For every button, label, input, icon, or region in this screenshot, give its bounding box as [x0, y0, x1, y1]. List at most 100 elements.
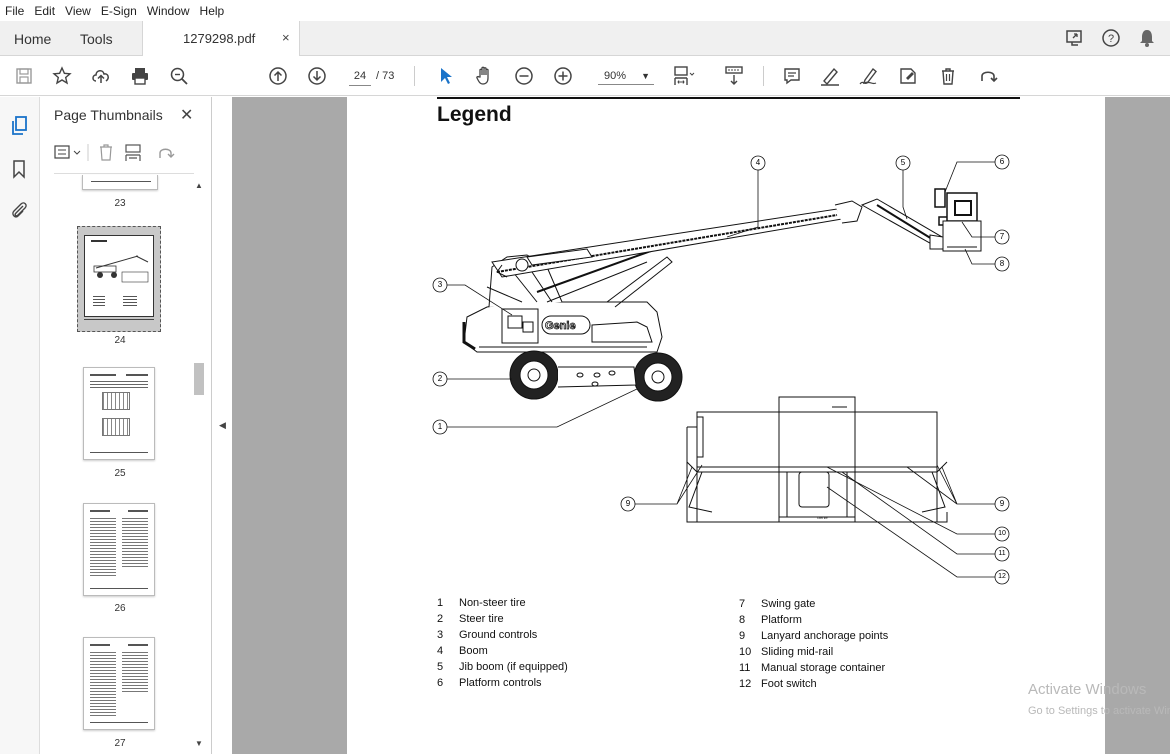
callout-label: 1 — [437, 422, 443, 431]
delete-trash-icon[interactable] — [936, 64, 960, 88]
thumbnail-page-25[interactable] — [83, 367, 155, 460]
cloud-upload-icon[interactable] — [89, 64, 113, 88]
menu-help[interactable]: Help — [200, 4, 225, 18]
highlight-pen-icon[interactable] — [818, 64, 842, 88]
legend-text: Ground controls — [459, 629, 538, 641]
document-viewport[interactable]: Legend Genie Genie 1 2 3 4 5 6 7 8 9 9 1… — [232, 97, 1170, 754]
menu-edit[interactable]: Edit — [34, 4, 55, 18]
thumbnail-label: 24 — [114, 335, 126, 346]
notifications-bell-icon[interactable] — [1136, 27, 1158, 49]
steer-tire — [509, 350, 559, 400]
page-total: / 73 — [376, 70, 395, 82]
rotate-icon[interactable] — [976, 64, 1000, 88]
legend-number: 12 — [739, 678, 752, 690]
select-cursor-icon[interactable] — [434, 64, 458, 88]
callout-label: 3 — [437, 280, 443, 289]
thumbnail-options-icon — [54, 145, 81, 159]
fill-sign-icon[interactable] — [896, 64, 920, 88]
zoom-out-icon[interactable] — [512, 64, 536, 88]
collapse-panel-icon[interactable]: ◀ — [219, 420, 226, 431]
zoom-level-value: 90% — [604, 70, 627, 82]
callout-label: 9 — [999, 499, 1005, 508]
print-icon[interactable] — [128, 64, 152, 88]
legend-text: Boom — [459, 645, 488, 657]
legend-text: Manual storage container — [761, 662, 886, 674]
bookmark-star-icon[interactable] — [50, 64, 74, 88]
thumbnail-label: 25 — [114, 468, 126, 479]
menu-bar: File Edit View E-Sign Window Help — [0, 0, 1170, 21]
legend-text: Lanyard anchorage points — [761, 630, 889, 642]
tab-tools[interactable]: Tools — [80, 31, 113, 47]
callout-label: 7 — [999, 232, 1005, 241]
scroll-down-icon[interactable]: ▼ — [195, 739, 203, 748]
previous-page-icon[interactable] — [266, 64, 290, 88]
thumbnail-page-24-selected[interactable] — [77, 226, 161, 332]
tab-close-button[interactable]: × — [282, 30, 290, 45]
non-steer-tire — [633, 352, 683, 402]
zoom-in-icon[interactable] — [551, 64, 575, 88]
legend-number: 6 — [437, 677, 444, 689]
hand-tool-icon[interactable] — [473, 64, 497, 88]
callout-label: 8 — [999, 259, 1005, 268]
boom-lift-illustration: Genie Genie — [432, 154, 1010, 585]
thumbnail-label: 27 — [114, 738, 126, 749]
legend-text: Sliding mid-rail — [761, 646, 834, 658]
page-number-input[interactable]: 24 — [349, 68, 371, 86]
legend-text: Non-steer tire — [459, 597, 526, 609]
menu-esign[interactable]: E-Sign — [101, 4, 137, 18]
thumbnail-label: 23 — [114, 198, 126, 209]
share-screen-icon[interactable] — [1064, 27, 1086, 49]
sign-pen-icon[interactable] — [857, 64, 881, 88]
callout-label: 10 — [998, 530, 1006, 537]
toolbar-divider — [414, 66, 415, 86]
toolbar-divider — [763, 66, 764, 86]
attachments-paperclip-icon[interactable] — [8, 199, 30, 221]
save-icon[interactable] — [12, 64, 36, 88]
legend-text: Platform controls — [459, 677, 542, 689]
tab-document-title: 1279298.pdf — [183, 31, 256, 46]
tab-document[interactable]: 1279298.pdf × — [142, 21, 300, 56]
thumbnail-page-26[interactable] — [83, 503, 155, 596]
chassis-brand-label: Genie — [545, 320, 576, 332]
thumbnail-page-27[interactable] — [83, 637, 155, 730]
tab-bar: Home Tools 1279298.pdf × ? — [0, 21, 1170, 56]
scrolling-mode-icon[interactable] — [722, 64, 746, 88]
zoom-level-select[interactable]: 90% ▼ — [598, 67, 654, 85]
thumbnail-label: 26 — [114, 603, 126, 614]
comment-icon[interactable] — [780, 64, 804, 88]
callout-label: 2 — [437, 374, 443, 383]
callout-label: 12 — [998, 573, 1006, 580]
legend-number: 5 — [437, 661, 444, 673]
page-thumbnails-icon[interactable] — [8, 115, 30, 137]
tab-home[interactable]: Home — [14, 31, 51, 47]
panel-collapse-strip[interactable]: ◀ — [212, 97, 232, 754]
callout-label: 9 — [625, 499, 631, 508]
legend-number: 7 — [739, 598, 746, 610]
main-toolbar: 24 / 73 90% ▼ — [0, 56, 1170, 96]
thumbnail-page-23[interactable] — [82, 175, 158, 190]
legend-text: Platform — [761, 614, 802, 626]
scrollbar-thumb[interactable] — [194, 363, 204, 395]
scroll-up-icon[interactable]: ▲ — [195, 181, 203, 190]
thumbnail-scrollbar[interactable]: ▲ ▼ — [193, 181, 205, 751]
legend-text: Steer tire — [459, 613, 504, 625]
bookmarks-icon[interactable] — [8, 158, 30, 180]
close-panel-button[interactable]: ✕ — [180, 105, 193, 125]
legend-number: 1 — [437, 597, 444, 609]
zoom-search-icon[interactable] — [167, 64, 191, 88]
next-page-icon[interactable] — [305, 64, 329, 88]
help-icon[interactable]: ? — [1100, 27, 1122, 49]
thumbnail-toolbar — [54, 141, 204, 165]
panel-divider — [54, 173, 194, 174]
activation-watermark: Activate Windows — [1028, 681, 1147, 698]
activation-watermark-subtext: Go to Settings to activate Windows. — [1028, 705, 1170, 717]
fit-page-icon[interactable] — [672, 64, 696, 88]
menu-window[interactable]: Window — [147, 4, 190, 18]
legend-text: Foot switch — [761, 678, 817, 690]
left-navigation-rail — [0, 97, 40, 754]
menu-view[interactable]: View — [65, 4, 91, 18]
legend-number: 3 — [437, 629, 444, 641]
menu-file[interactable]: File — [5, 4, 24, 18]
platform-brand-label: Genie — [817, 515, 828, 520]
legend-text: Swing gate — [761, 598, 816, 610]
